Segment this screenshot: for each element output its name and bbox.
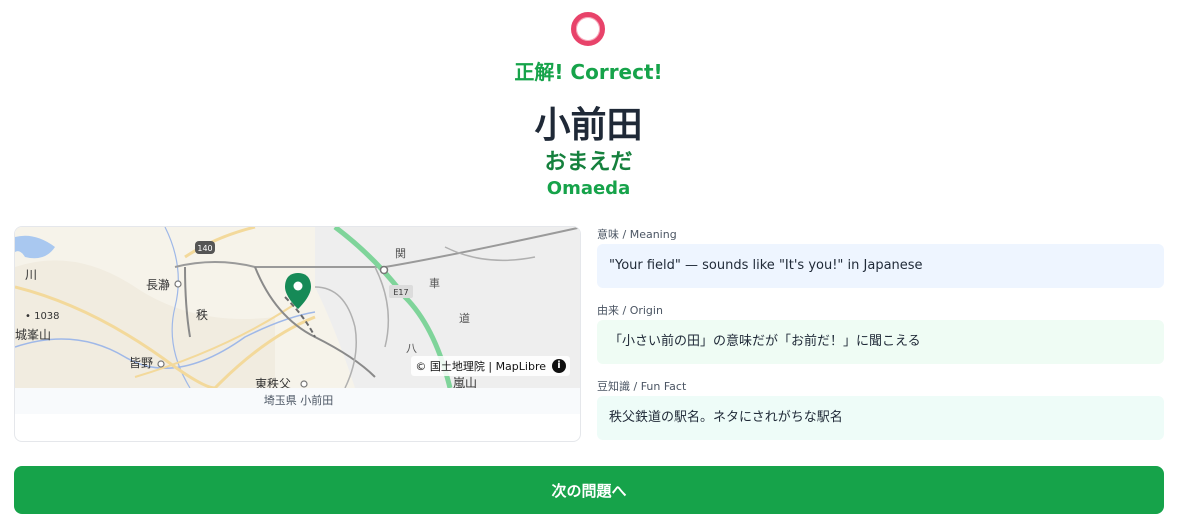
route-e17-shield: E17 bbox=[389, 285, 413, 298]
origin-label: 由来 / Origin bbox=[597, 304, 663, 317]
route-140-label: 140 bbox=[197, 244, 212, 253]
correct-circle-icon bbox=[571, 12, 605, 46]
station-romaji: Omaeda bbox=[546, 178, 631, 199]
map-card: 140 E17 長瀞 川 秩 • 1038 城峯山 皆野 東秩父 嵐山 車 道 … bbox=[14, 226, 581, 442]
route-e17-label: E17 bbox=[393, 288, 408, 297]
map-label-chichi: 秩 bbox=[196, 308, 208, 322]
map-label-nagatoro: 長瀞 bbox=[146, 277, 170, 292]
map-label-road-kanji-3: 道 bbox=[459, 311, 470, 325]
map-label-minano: 皆野 bbox=[129, 356, 153, 370]
verdict-text: 正解! Correct! bbox=[514, 60, 663, 84]
info-icon[interactable]: i bbox=[552, 359, 566, 373]
station-kana: おまえだ bbox=[544, 150, 633, 175]
map-label-jogamine: 城峯山 bbox=[15, 328, 51, 342]
map-label-higashichichibu: 東秩父 bbox=[255, 377, 291, 388]
map-label-road-kanji-1: 八 bbox=[406, 342, 417, 355]
station-kanji: 小前田 bbox=[534, 105, 643, 146]
fact-label: 豆知識 / Fun Fact bbox=[597, 380, 687, 393]
map-caption: 埼玉県 小前田 bbox=[15, 388, 580, 414]
fun-fact-box: 秩父鉄道の駅名。ネタにされがちな駅名 bbox=[597, 396, 1164, 440]
map-attribution: © 国土地理院 | MapLibre i bbox=[411, 356, 570, 376]
map-label-kawa: 川 bbox=[25, 268, 37, 282]
map-canvas[interactable]: 140 E17 長瀞 川 秩 • 1038 城峯山 皆野 東秩父 嵐山 車 道 … bbox=[15, 227, 580, 388]
meaning-label: 意味 / Meaning bbox=[597, 228, 677, 241]
origin-box: 「小さい前の田」の意味だが「お前だ！」に聞こえる bbox=[597, 320, 1164, 364]
details-panel: 意味 / Meaning "Your field" — sounds like … bbox=[597, 226, 1164, 454]
map-label-ranzan: 嵐山 bbox=[453, 376, 477, 388]
map-label-road-kanji-4: 関 bbox=[395, 247, 406, 260]
route-140-shield: 140 bbox=[195, 241, 215, 254]
attribution-text: © 国土地理院 | MapLibre bbox=[415, 360, 546, 373]
meaning-box: "Your field" — sounds like "It's you!" i… bbox=[597, 244, 1164, 288]
next-question-button[interactable]: 次の問題へ bbox=[14, 466, 1164, 514]
map-label-road-kanji-2: 車 bbox=[429, 276, 440, 290]
map-label-elevation: • 1038 bbox=[25, 311, 60, 322]
